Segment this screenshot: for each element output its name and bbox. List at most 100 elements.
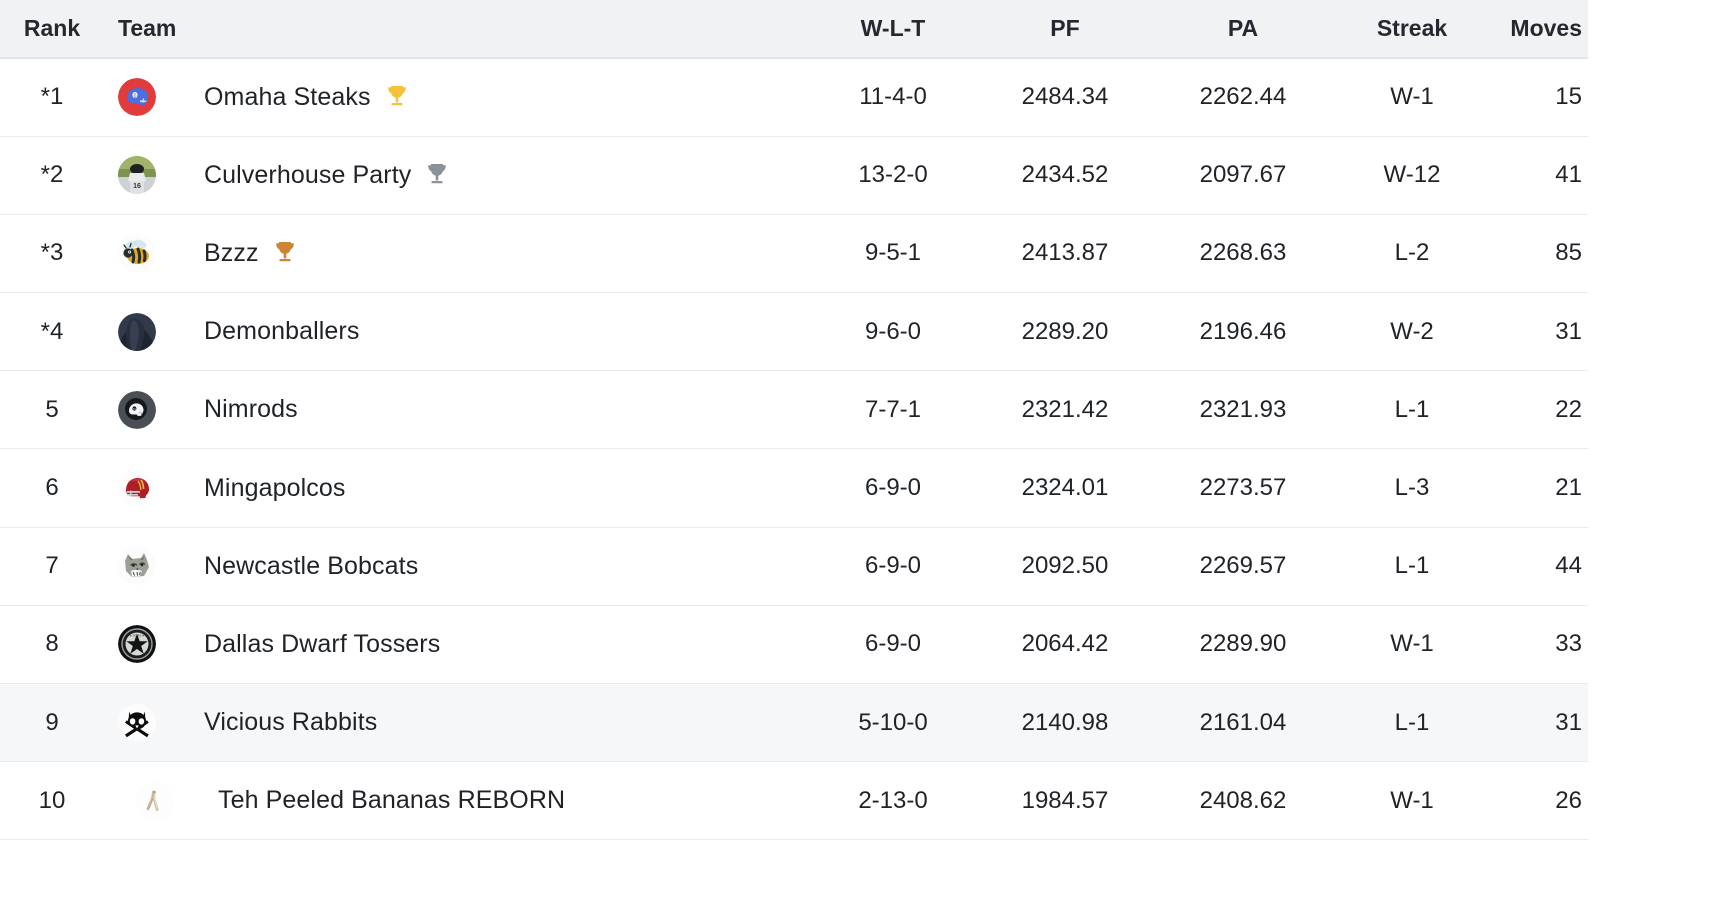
moves-cell: 31 — [1555, 708, 1582, 736]
team-cell[interactable]: 0 Omaha Steaks — [104, 58, 808, 136]
record-cell: 7-7-1 — [864, 395, 922, 423]
streak-cell: W-2 — [1390, 317, 1434, 345]
rank-cell: *2 — [40, 161, 64, 189]
table-row[interactable]: 10 Teh Peeled Bananas REBORN 2-13-0 1984… — [0, 761, 1588, 840]
pa-cell: 2097.67 — [1199, 161, 1287, 189]
pa-cell: 2196.46 — [1199, 317, 1287, 345]
moves-cell: 21 — [1555, 474, 1582, 502]
team-name: Teh Peeled Bananas REBORN — [218, 786, 566, 815]
moves-cell: 22 — [1555, 395, 1582, 423]
moves-cell: 44 — [1555, 552, 1582, 580]
team-cell[interactable]: Teh Peeled Bananas REBORN — [104, 762, 808, 840]
table-row[interactable]: *4 Demonballers 9-6-0 2289.20 2196.46 W-… — [0, 292, 1588, 371]
red-football-helmet-icon — [118, 469, 156, 508]
team-name: Bzzz — [204, 238, 259, 267]
team-cell[interactable]: ★ TEXAS ★ Dallas Dwarf Tossers — [104, 605, 808, 683]
pa-cell: 2262.44 — [1199, 83, 1287, 111]
record-cell: 9-5-1 — [864, 239, 922, 267]
record-cell: 6-9-0 — [864, 552, 922, 580]
pa-cell: 2289.90 — [1199, 630, 1287, 658]
team-cell[interactable]: Mingapolcos — [104, 449, 808, 527]
pa-cell: 2269.57 — [1199, 552, 1287, 580]
record-cell: 9-6-0 — [864, 317, 922, 345]
column-header-streak[interactable]: Streak — [1334, 0, 1490, 59]
pa-cell: 2408.62 — [1199, 786, 1287, 814]
team-name: Demonballers — [204, 317, 360, 346]
streak-cell: W-1 — [1390, 786, 1434, 814]
pf-cell: 2289.20 — [1021, 317, 1109, 345]
table-row[interactable]: 5 N Nimrods 7-7-1 2321.42 2321.93 L-1 22 — [0, 370, 1588, 449]
team-cell[interactable]: Newcastle Bobcats — [104, 527, 808, 605]
streak-cell: L-3 — [1394, 474, 1430, 502]
streak-cell: L-1 — [1394, 395, 1430, 423]
streak-cell: L-1 — [1394, 708, 1430, 736]
table-row[interactable]: 8 ★ TEXAS ★ Dallas Dwarf Tossers 6-9-0 2… — [0, 605, 1588, 684]
column-header-pf[interactable]: PF — [978, 0, 1152, 59]
svg-text:16: 16 — [133, 183, 141, 190]
record-cell: 2-13-0 — [858, 786, 928, 814]
team-name: Vicious Rabbits — [204, 708, 378, 737]
table-row[interactable]: *1 0 Omaha Steaks 11-4-0 2484.34 2262.44… — [0, 58, 1588, 137]
table-row[interactable]: *3 Bzzz 9-5-1 2413.87 2268.63 L-2 85 — [0, 214, 1588, 293]
table-row[interactable]: 7 Newcastle Bobcats 6-9-0 2092.50 2269.5… — [0, 527, 1588, 606]
svg-text:0: 0 — [134, 94, 137, 100]
column-header-team[interactable]: Team — [104, 0, 808, 59]
table-row[interactable]: 6 Mingapolcos 6-9-0 2324.01 2273.57 L-3 … — [0, 448, 1588, 528]
team-cell[interactable]: N Nimrods — [104, 371, 808, 449]
bobcat-head-icon — [118, 547, 156, 586]
svg-text:★ TEXAS ★: ★ TEXAS ★ — [130, 634, 145, 638]
standings-table: Rank Team W-L-T PF PA Streak Moves *1 0 … — [0, 0, 1588, 840]
column-header-pa[interactable]: PA — [1152, 0, 1334, 59]
pf-cell: 2321.42 — [1021, 395, 1109, 423]
rank-cell: 7 — [45, 552, 59, 580]
column-header-moves[interactable]: Moves — [1490, 0, 1588, 59]
moves-cell: 85 — [1555, 239, 1582, 267]
team-cell[interactable]: 16 Culverhouse Party — [104, 136, 808, 214]
team-name: Culverhouse Party — [204, 160, 412, 189]
pa-cell: 2273.57 — [1199, 474, 1287, 502]
team-name: Omaha Steaks — [204, 82, 371, 111]
rank-cell: 9 — [45, 708, 59, 736]
pf-cell: 2484.34 — [1021, 83, 1109, 111]
rank-cell: *3 — [40, 239, 64, 267]
pa-cell: 2161.04 — [1199, 708, 1287, 736]
moves-cell: 33 — [1555, 630, 1582, 658]
column-header-wlt[interactable]: W-L-T — [808, 0, 978, 59]
table-header: Rank Team W-L-T PF PA Streak Moves — [0, 0, 1588, 59]
football-helmet-red-blue-icon: 0 — [118, 78, 156, 117]
pf-cell: 2324.01 — [1021, 474, 1109, 502]
team-cell[interactable]: Demonballers — [104, 293, 808, 371]
bee-icon — [118, 234, 156, 273]
team-cell[interactable]: Vicious Rabbits — [104, 684, 808, 762]
rank-cell: 6 — [45, 474, 59, 502]
header-row: Rank Team W-L-T PF PA Streak Moves — [0, 0, 1588, 59]
pa-cell: 2268.63 — [1199, 239, 1287, 267]
record-cell: 11-4-0 — [859, 83, 927, 111]
column-header-rank[interactable]: Rank — [0, 0, 104, 59]
moves-cell: 26 — [1555, 786, 1582, 814]
rank-cell: 8 — [45, 630, 59, 658]
star-badge-icon: ★ TEXAS ★ — [118, 625, 156, 664]
moves-cell: 41 — [1555, 161, 1582, 189]
table-row[interactable]: 9 Vicious Rabbits 5-10-0 2140.98 2161.04… — [0, 683, 1588, 762]
rank-cell: *1 — [40, 83, 64, 111]
team-name: Mingapolcos — [204, 473, 346, 502]
team-name: Dallas Dwarf Tossers — [204, 629, 441, 658]
streak-cell: W-12 — [1383, 161, 1441, 189]
rank-cell: 5 — [45, 395, 59, 423]
dark-helmet-badge-icon: N — [118, 390, 156, 429]
pf-cell: 1984.57 — [1021, 786, 1109, 814]
team-name: Newcastle Bobcats — [204, 551, 419, 580]
table-row[interactable]: *2 16 Culverhouse Party 13-2-0 2434.52 2… — [0, 136, 1588, 215]
pf-cell: 2064.42 — [1021, 630, 1109, 658]
table-body: *1 0 Omaha Steaks 11-4-0 2484.34 2262.44… — [0, 58, 1588, 840]
record-cell: 6-9-0 — [864, 630, 922, 658]
pa-cell: 2321.93 — [1199, 395, 1287, 423]
banana-peel-icon — [136, 781, 174, 820]
rank-cell: *4 — [40, 317, 64, 345]
svg-text:N: N — [133, 407, 136, 411]
team-cell[interactable]: Bzzz — [104, 214, 808, 292]
record-cell: 6-9-0 — [864, 474, 922, 502]
moves-cell: 31 — [1555, 317, 1582, 345]
streak-cell: W-1 — [1390, 83, 1434, 111]
